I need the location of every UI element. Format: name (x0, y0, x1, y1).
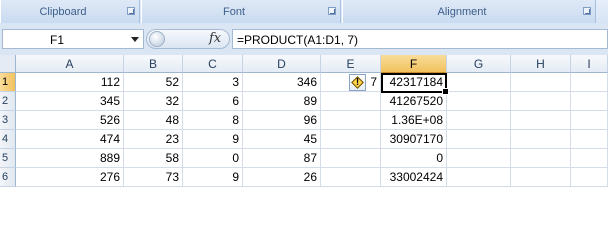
row-header-5[interactable]: 5 (0, 149, 16, 168)
row-header-6[interactable]: 6 (0, 168, 16, 187)
cell-f3[interactable]: 1.36E+08 (381, 111, 447, 130)
name-box-value: F1 (50, 33, 65, 47)
cell-h6[interactable] (511, 168, 571, 187)
cell-e6[interactable] (321, 168, 381, 187)
chevron-down-icon[interactable] (131, 37, 139, 42)
dialog-launcher-icon[interactable] (328, 7, 336, 15)
row-header-2[interactable]: 2 (0, 92, 16, 111)
column-header-g[interactable]: G (447, 55, 511, 73)
cell-h5[interactable] (511, 149, 571, 168)
ribbon-group-labels: Clipboard Font Alignment (0, 0, 608, 25)
error-warning-icon[interactable]: ! (349, 74, 366, 91)
cell-g1[interactable] (447, 73, 511, 92)
column-header-b[interactable]: B (124, 55, 183, 73)
row-header-3[interactable]: 3 (0, 111, 16, 130)
column-header-e[interactable]: E (321, 55, 381, 73)
cell-h1[interactable] (511, 73, 571, 92)
cell-c2[interactable]: 6 (183, 92, 243, 111)
cell-a2[interactable]: 345 (16, 92, 124, 111)
cell-b4[interactable]: 23 (124, 130, 183, 149)
column-header-d[interactable]: D (243, 55, 321, 73)
cell-a1[interactable]: 112 (16, 73, 124, 92)
fill-handle[interactable] (442, 88, 449, 95)
column-header-a[interactable]: A (16, 55, 124, 73)
cell-i2[interactable] (571, 92, 608, 111)
active-cell-border (381, 73, 449, 95)
formula-bar: F1 fx =PRODUCT(A1:D1, 7) (0, 24, 608, 56)
cell-b2[interactable]: 32 (124, 92, 183, 111)
cell-c6[interactable]: 9 (183, 168, 243, 187)
cell-i6[interactable] (571, 168, 608, 187)
cell-g3[interactable] (447, 111, 511, 130)
column-header-i[interactable]: I (571, 55, 608, 73)
cell-g6[interactable] (447, 168, 511, 187)
cell-i3[interactable] (571, 111, 608, 130)
row-header-4[interactable]: 4 (0, 130, 16, 149)
cell-c3[interactable]: 8 (183, 111, 243, 130)
cell-d2[interactable]: 89 (243, 92, 321, 111)
resize-handle-icon[interactable] (149, 31, 165, 47)
cell-d5[interactable]: 87 (243, 149, 321, 168)
cell-b5[interactable]: 58 (124, 149, 183, 168)
cell-f2[interactable]: 41267520 (381, 92, 447, 111)
column-header-c[interactable]: C (183, 55, 243, 73)
cell-e2[interactable] (321, 92, 381, 111)
cell-b1[interactable]: 52 (124, 73, 183, 92)
cell-a5[interactable]: 889 (16, 149, 124, 168)
cell-g2[interactable] (447, 92, 511, 111)
group-label-alignment: Alignment (437, 6, 487, 18)
cell-b3[interactable]: 48 (124, 111, 183, 130)
cell-a3[interactable]: 526 (16, 111, 124, 130)
cell-h2[interactable] (511, 92, 571, 111)
cell-d3[interactable]: 96 (243, 111, 321, 130)
row-header-1[interactable]: 1 (0, 73, 16, 92)
formula-text: =PRODUCT(A1:D1, 7) (237, 33, 359, 47)
ribbon-group-font: Font (141, 0, 341, 23)
cell-i5[interactable] (571, 149, 608, 168)
cell-d6[interactable]: 26 (243, 168, 321, 187)
column-header-h[interactable]: H (511, 55, 571, 73)
cell-e5[interactable] (321, 149, 381, 168)
cell-d1[interactable]: 346 (243, 73, 321, 92)
select-all-corner[interactable] (0, 55, 16, 73)
cell-b6[interactable]: 73 (124, 168, 183, 187)
cell-c1[interactable]: 3 (183, 73, 243, 92)
group-label-font: Font (222, 6, 245, 18)
formula-bar-controls: fx (146, 29, 230, 49)
insert-function-icon[interactable]: fx (209, 31, 221, 46)
cell-g4[interactable] (447, 130, 511, 149)
formula-input[interactable]: =PRODUCT(A1:D1, 7) (232, 29, 608, 49)
name-box[interactable]: F1 (2, 29, 144, 49)
cell-h4[interactable] (511, 130, 571, 149)
dialog-launcher-icon[interactable] (127, 7, 135, 15)
cell-e4[interactable] (321, 130, 381, 149)
column-header-f[interactable]: F (381, 55, 447, 73)
cell-c4[interactable]: 9 (183, 130, 243, 149)
cell-h3[interactable] (511, 111, 571, 130)
cell-a4[interactable]: 474 (16, 130, 124, 149)
cell-f6[interactable]: 33002424 (381, 168, 447, 187)
cell-i1[interactable] (571, 73, 608, 92)
cell-i4[interactable] (571, 130, 608, 149)
ribbon-group-clipboard: Clipboard (0, 0, 140, 23)
cell-a6[interactable]: 276 (16, 168, 124, 187)
cell-e3[interactable] (321, 111, 381, 130)
cell-f5[interactable]: 0 (381, 149, 447, 168)
cell-g5[interactable] (447, 149, 511, 168)
cell-c5[interactable]: 0 (183, 149, 243, 168)
cell-d4[interactable]: 45 (243, 130, 321, 149)
group-label-clipboard: Clipboard (39, 6, 87, 18)
ribbon-group-alignment: Alignment (342, 0, 596, 23)
exclamation-icon: ! (355, 77, 360, 88)
cell-f4[interactable]: 30907170 (381, 130, 447, 149)
worksheet-grid[interactable]: A B C D E F G H I 1 112 52 3 346 7 42317184 2 345 32 6 89 412… (0, 55, 608, 220)
dialog-launcher-icon[interactable] (583, 7, 591, 15)
